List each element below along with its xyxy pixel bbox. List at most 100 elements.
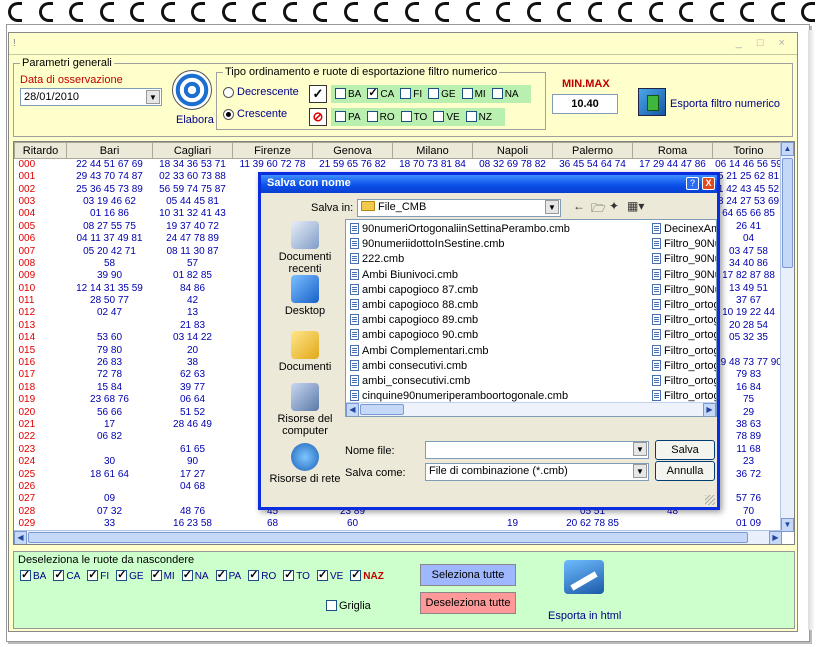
chevron-down-icon[interactable]: ▼ [146,90,160,104]
export-wheel-ve[interactable]: VE [433,111,460,123]
new-folder-icon[interactable]: ✦ [609,199,619,213]
file-item[interactable]: Filtro_ortogc [652,328,716,343]
file-item[interactable]: Filtro_ortogc [652,359,716,374]
grid-vscroll-thumb[interactable] [782,158,793,268]
export-wheel-pa[interactable]: PA [335,111,361,123]
scroll-right-icon[interactable]: ▶ [703,403,716,416]
file-name-input[interactable]: ▼ [425,441,649,459]
file-item[interactable]: Filtro_90Nur [652,252,716,267]
checkbox[interactable] [433,111,445,122]
radio-decrescente[interactable] [223,87,234,98]
file-item[interactable]: Filtro_90Nun [652,283,716,298]
checkbox[interactable] [283,568,295,581]
file-item[interactable]: ambi capogioco 87.cmb [350,283,648,298]
save-in-combo[interactable]: File_CMB ▼ [357,199,561,217]
checkbox[interactable] [20,568,31,581]
checkbox[interactable] [248,568,260,581]
file-item[interactable]: Filtro_ortogc [652,344,716,359]
column-header[interactable]: Bari [66,142,153,159]
target-icon[interactable] [172,70,212,110]
file-item[interactable]: 90numeriOrtogonaliinSettinaPerambo.cmb [350,222,648,237]
file-list-scrollbar[interactable]: ◀ ▶ [346,402,716,416]
clear-all-icon[interactable]: ⊘ [309,108,327,126]
cancel-button[interactable]: Annulla [655,461,715,481]
chevron-down-icon[interactable]: ▼ [633,464,647,478]
wheel-toggle-ba[interactable]: BA [20,568,46,582]
export-wheel-ro[interactable]: RO [366,111,395,123]
table-row[interactable]: 029 33 16 23 58 68 60 19 20 62 78 85 01 09 [15,518,785,530]
checkbox[interactable] [116,568,128,581]
column-header[interactable]: Genova [312,142,393,159]
place-recent[interactable]: Documenti recenti [267,221,343,275]
wheel-toggle-pa[interactable]: PA [215,568,241,582]
checkbox[interactable] [350,568,362,581]
place-computer[interactable]: Risorse del computer [267,383,343,437]
file-item[interactable]: ambi_consecutivi.cmb [350,374,648,389]
column-header[interactable]: Palermo [552,142,633,159]
file-list[interactable]: 90numeriOrtogonaliinSettinaPerambo.cmb 90… [345,219,717,417]
file-list-scroll-thumb[interactable] [360,404,404,415]
export-filter-icon[interactable] [638,88,666,116]
export-html-button[interactable]: Esporta in html [548,610,621,622]
save-as-type-combo[interactable]: File di combinazione (*.cmb) ▼ [425,463,649,481]
checkbox[interactable] [461,88,473,99]
scroll-left-icon[interactable]: ◀ [14,531,27,544]
checkbox[interactable] [53,568,65,581]
deselect-all-button[interactable]: Deseleziona tutte [420,592,516,614]
checkbox[interactable] [335,88,346,99]
wheel-toggle-mi[interactable]: MI [150,568,175,582]
column-header[interactable]: Milano [392,142,473,159]
checkbox[interactable] [491,88,503,99]
file-item[interactable]: ambi capogioco 90.cmb [350,328,648,343]
wheel-toggle-fi[interactable]: FI [87,568,109,582]
checkbox[interactable] [367,86,379,99]
export-wheel-na[interactable]: NA [491,88,519,100]
date-combo[interactable]: 28/01/2010 ▼ [20,88,162,106]
chevron-down-icon[interactable]: ▼ [545,200,559,214]
file-item[interactable]: 90numeriidottoInSestine.cmb [350,237,648,252]
wheel-toggle-na[interactable]: NA [181,568,209,582]
wheel-toggle-ca[interactable]: CA [53,568,80,582]
help-icon[interactable]: ? [686,177,699,190]
scroll-up-icon[interactable]: ▲ [781,142,794,156]
export-wheel-ba[interactable]: BA [335,88,361,100]
file-item[interactable]: ambi capogioco 89.cmb [350,313,648,328]
wheel-toggle-ve[interactable]: VE [316,568,343,582]
checkbox[interactable] [87,568,99,581]
back-icon[interactable]: ← [573,199,585,213]
column-header[interactable]: Torino [712,142,785,159]
checkbox[interactable] [366,111,378,122]
file-item[interactable]: ambi capogioco 88.cmb [350,298,648,313]
file-item[interactable]: 222.cmb [350,252,648,267]
checkbox[interactable] [465,111,477,122]
wheel-toggle-naz[interactable]: NAZ [350,568,384,582]
file-item[interactable]: Filtro_90Nur [652,237,716,252]
chevron-down-icon[interactable]: ▼ [633,442,647,456]
scroll-right-icon[interactable]: ▶ [769,531,782,544]
export-wheel-ge[interactable]: GE [428,88,456,100]
grid-vertical-scrollbar[interactable]: ▲ ▼ [780,142,794,532]
view-menu-icon[interactable]: ▦▾ [627,199,644,213]
checkbox[interactable] [400,88,412,99]
file-item[interactable]: Filtro_ortogc [652,298,716,313]
checkbox[interactable] [215,568,227,581]
file-item[interactable]: Filtro_ortogc [652,374,716,389]
export-wheel-mi[interactable]: MI [461,88,486,100]
file-item[interactable]: Ambi Complementari.cmb [350,344,648,359]
place-documents[interactable]: Documenti [267,331,343,373]
check-all-icon[interactable]: ✓ [309,85,327,103]
file-item[interactable]: DecinexAmb [652,222,716,237]
scroll-left-icon[interactable]: ◀ [346,403,359,416]
window-controls[interactable]: _ □ × [736,37,791,49]
close-icon[interactable]: X [702,177,715,190]
checkbox[interactable] [150,568,162,581]
column-header[interactable]: Roma [632,142,713,159]
file-item[interactable]: Filtro_90Nun [652,268,716,283]
wheel-toggle-ge[interactable]: GE [116,568,144,582]
checkbox[interactable] [428,88,440,99]
grid-toggle[interactable]: Griglia [326,600,371,612]
export-filter-button[interactable]: Esporta filtro numerico [670,98,780,110]
export-wheel-fi[interactable]: FI [400,88,422,100]
place-desktop[interactable]: Desktop [267,275,343,317]
column-header[interactable]: Napoli [472,142,553,159]
